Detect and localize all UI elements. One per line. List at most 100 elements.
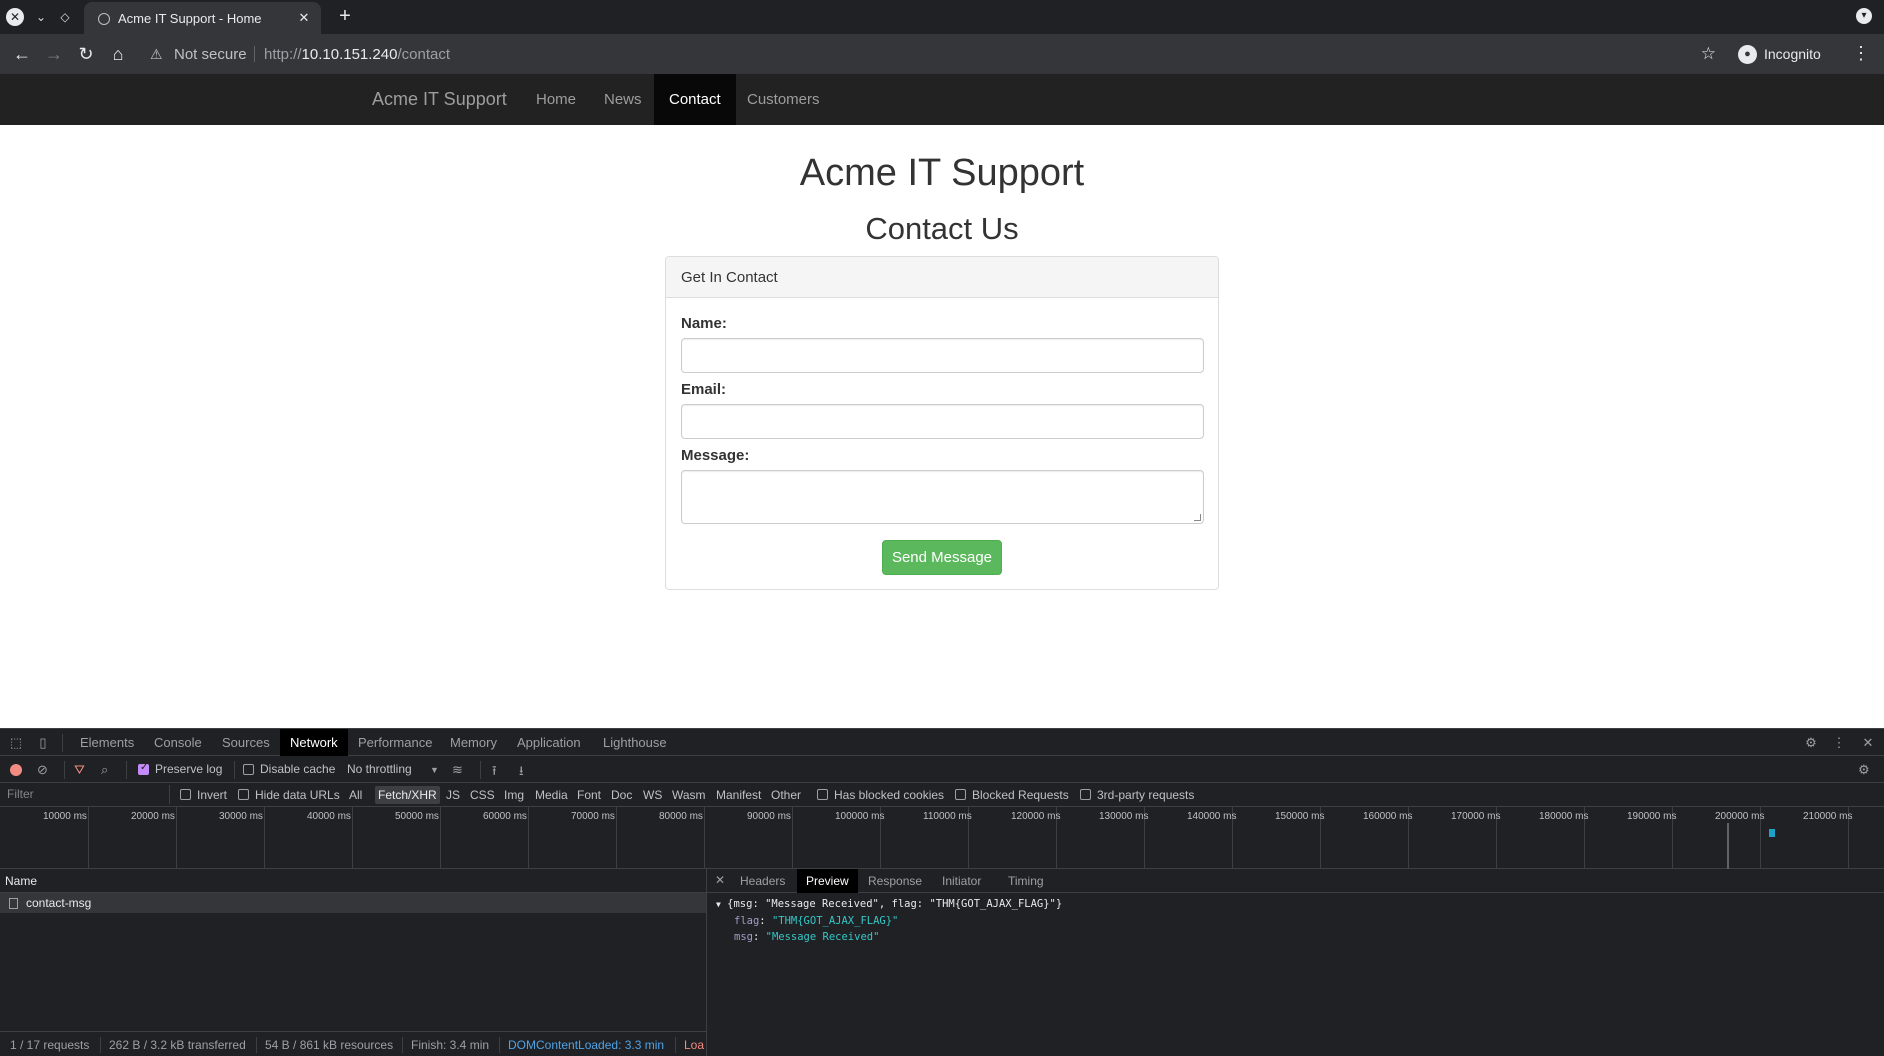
hide-data-urls-label: Hide data URLs [255,788,340,802]
disable-cache-label: Disable cache [260,762,336,776]
record-icon[interactable] [10,764,22,776]
email-field[interactable] [681,404,1204,439]
url-text[interactable]: http://10.10.151.240/contact [264,46,450,63]
disable-cache-checkbox[interactable] [243,764,254,775]
inspect-element-icon[interactable]: ⬚ [8,735,24,751]
expand-triangle-icon[interactable]: ▼ [716,900,721,909]
nav-customers[interactable]: Customers [732,74,835,125]
network-conditions-icon[interactable]: ≋ [452,762,463,778]
json-root[interactable]: ▼ {msg: "Message Received", flag: "THM{G… [716,896,1884,913]
web-page: Acme IT Support Home News Contact Custom… [0,74,1884,728]
type-fetch-xhr[interactable]: Fetch/XHR [375,786,440,804]
request-row[interactable]: contact-msg [0,893,706,913]
incognito-icon: ● [1738,45,1757,64]
browser-tab[interactable]: Acme IT Support - Home ✕ [84,2,321,34]
incognito-profile-button[interactable]: ● Incognito [1730,39,1836,69]
new-tab-button[interactable]: + [334,6,356,28]
tab-sources[interactable]: Sources [212,729,280,756]
resize-handle-icon[interactable] [1194,514,1201,521]
browser-menu-icon[interactable]: ⋮ [1852,43,1870,64]
divider [234,761,235,779]
devtools-menu-icon[interactable]: ⋮ [1831,735,1847,751]
email-label: Email: [681,381,727,398]
name-label: Name: [681,315,727,332]
type-css[interactable]: CSS [470,788,495,802]
filter-input[interactable]: Filter [0,785,170,804]
export-har-icon[interactable]: ⭳ [519,762,524,784]
invert-checkbox[interactable] [180,789,191,800]
type-img[interactable]: Img [504,788,524,802]
timeline-tick-label: 170000 ms [1451,811,1501,822]
close-devtools-icon[interactable]: ✕ [1860,735,1876,751]
tab-response[interactable]: Response [859,869,931,893]
tab-performance[interactable]: Performance [348,729,442,756]
bookmark-star-icon[interactable]: ☆ [1701,44,1716,64]
clear-icon[interactable]: ⊘ [37,762,48,778]
device-toolbar-icon[interactable]: ▯ [35,735,51,751]
devtools-tabbar: ⬚ ▯ Elements Console Sources Network Per… [0,729,1884,756]
tab-search-icon[interactable]: ▾ [1856,8,1872,24]
timeline-gridline [528,807,529,869]
type-other[interactable]: Other [771,788,801,802]
tab-timing[interactable]: Timing [999,869,1053,893]
type-media[interactable]: Media [535,788,568,802]
forward-button[interactable]: → [42,43,66,65]
throttling-select[interactable]: No throttling [347,762,412,776]
message-textarea[interactable] [681,470,1204,524]
tab-initiator[interactable]: Initiator [933,869,990,893]
security-status[interactable]: Not secure [174,46,247,63]
preserve-log-checkbox[interactable] [138,762,149,775]
network-settings-icon[interactable]: ⚙ [1858,762,1870,778]
tab-preview[interactable]: Preview [797,869,858,893]
tab-list-icon[interactable]: ⌄ [32,8,50,26]
tab-lighthouse[interactable]: Lighthouse [593,729,677,756]
tab-headers[interactable]: Headers [731,869,794,893]
address-bar[interactable]: ⚠ Not secure http://10.10.151.240/contac… [136,38,1720,70]
divider [480,761,481,779]
type-manifest[interactable]: Manifest [716,788,761,802]
timeline-tick-label: 100000 ms [835,811,885,822]
import-har-icon[interactable]: ⭱ [492,762,497,784]
tab-group-icon[interactable]: ◇ [56,8,74,26]
network-overview[interactable]: 10000 ms 20000 ms 30000 ms 40000 ms 50000 ms… [0,807,1884,869]
filter-icon[interactable]: ⛛ [74,762,85,778]
chevron-down-icon[interactable]: ▼ [430,765,439,775]
name-column-header[interactable]: Name [0,869,706,893]
blocked-requests-checkbox[interactable] [955,789,966,800]
tab-close-icon[interactable]: ✕ [295,9,313,27]
back-button[interactable]: ← [10,43,34,65]
gear-icon[interactable]: ⚙ [1803,735,1819,751]
type-ws[interactable]: WS [643,788,662,802]
reload-button[interactable]: ↻ [74,43,98,65]
timeline-tick-label: 70000 ms [571,811,615,822]
tab-elements[interactable]: Elements [70,729,144,756]
close-detail-icon[interactable]: ✕ [715,873,725,887]
search-icon[interactable]: ⌕ [101,762,108,778]
divider [256,1037,257,1053]
blocked-cookies-checkbox[interactable] [817,789,828,800]
site-brand[interactable]: Acme IT Support [372,89,507,110]
home-button[interactable]: ⌂ [106,43,130,65]
type-doc[interactable]: Doc [611,788,632,802]
detail-tabbar: ✕ Headers Preview Response Initiator Tim… [707,869,1884,893]
type-js[interactable]: JS [446,788,460,802]
type-wasm[interactable]: Wasm [672,788,706,802]
request-detail: ✕ Headers Preview Response Initiator Tim… [707,869,1884,1031]
send-message-button[interactable]: Send Message [882,540,1002,575]
json-summary: {msg: "Message Received", flag: "THM{GOT… [727,898,1063,910]
tab-network[interactable]: Network [280,729,348,756]
tab-application[interactable]: Application [507,729,591,756]
nav-home[interactable]: Home [521,74,591,125]
tab-console[interactable]: Console [144,729,212,756]
type-font[interactable]: Font [577,788,601,802]
nav-contact[interactable]: Contact [654,74,736,125]
close-window-icon[interactable]: ✕ [6,8,24,26]
hide-data-urls-checkbox[interactable] [238,789,249,800]
name-field[interactable] [681,338,1204,373]
url-host: 10.10.151.240 [301,46,398,63]
nav-news[interactable]: News [589,74,657,125]
type-all[interactable]: All [349,788,362,802]
request-name: contact-msg [26,896,92,910]
third-party-checkbox[interactable] [1080,789,1091,800]
tab-memory[interactable]: Memory [440,729,507,756]
